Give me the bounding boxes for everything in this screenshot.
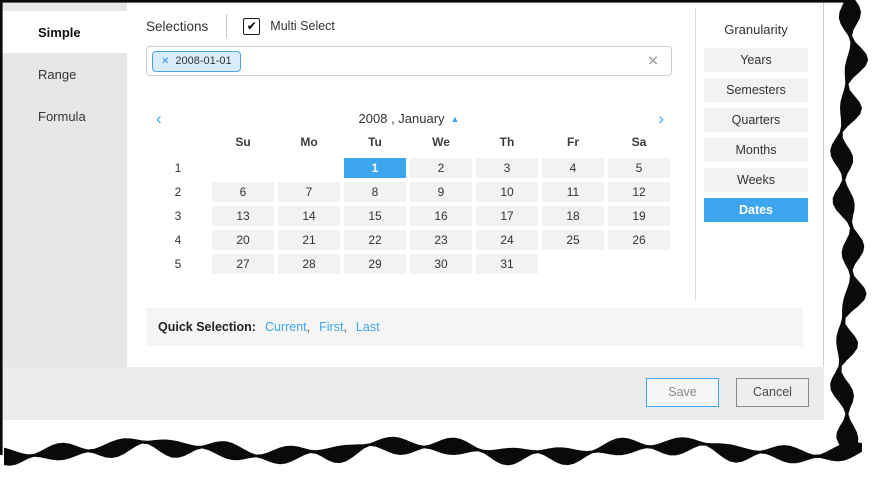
- tab-simple[interactable]: Simple: [2, 11, 127, 53]
- granularity-dates-button[interactable]: Dates: [704, 198, 808, 222]
- calendar-day-empty: [608, 254, 670, 274]
- calendar-day[interactable]: 26: [608, 230, 670, 250]
- calendar-nav: ‹ 2008 , January▲ ›: [146, 106, 672, 132]
- calendar-day[interactable]: 5: [608, 158, 670, 178]
- calendar-day[interactable]: 3: [476, 158, 538, 178]
- calendar-day[interactable]: 8: [344, 182, 406, 202]
- granularity-months-button[interactable]: Months: [704, 138, 808, 162]
- multi-select-checkbox[interactable]: ✔: [243, 18, 260, 35]
- calendar-grid: 1123452678910111231314151617181942021222…: [146, 156, 674, 276]
- quick-selection-label: Quick Selection:: [158, 320, 256, 334]
- chip-remove-icon[interactable]: ✕: [161, 56, 169, 67]
- next-month-icon[interactable]: ›: [658, 106, 664, 132]
- calendar-day[interactable]: 12: [608, 182, 670, 202]
- calendar-day[interactable]: 23: [410, 230, 472, 250]
- week-number: 5: [146, 254, 210, 274]
- week-number: 3: [146, 206, 210, 226]
- quick-selection-bar: Quick Selection: Current,First,Last: [146, 308, 803, 346]
- day-header-mo: Mo: [276, 132, 342, 152]
- calendar-day-empty: [212, 158, 274, 178]
- calendar-day-selected[interactable]: 1: [344, 158, 406, 178]
- save-button[interactable]: Save: [646, 378, 719, 407]
- day-header-sa: Sa: [606, 132, 672, 152]
- calendar-day[interactable]: 15: [344, 206, 406, 226]
- clear-selections-icon[interactable]: ✕: [647, 53, 659, 70]
- sidebar: Simple Range Formula: [2, 2, 127, 367]
- granularity-quarters-button[interactable]: Quarters: [704, 108, 808, 132]
- calendar-day[interactable]: 22: [344, 230, 406, 250]
- quick-link-first[interactable]: First: [319, 320, 343, 334]
- calendar-day[interactable]: 6: [212, 182, 274, 202]
- calendar-day[interactable]: 31: [476, 254, 538, 274]
- quick-link-current[interactable]: Current: [265, 320, 307, 334]
- calendar-day[interactable]: 4: [542, 158, 604, 178]
- checkmark-icon: ✔: [247, 20, 257, 32]
- week-number: 4: [146, 230, 210, 250]
- week-column-spacer: [146, 132, 210, 152]
- calendar-day[interactable]: 17: [476, 206, 538, 226]
- tab-formula[interactable]: Formula: [2, 95, 127, 137]
- multi-select-label: Multi Select: [270, 19, 335, 33]
- day-header-we: We: [408, 132, 474, 152]
- calendar-day[interactable]: 24: [476, 230, 538, 250]
- calendar-title-text: 2008 , January: [359, 111, 445, 126]
- granularity-years-button[interactable]: Years: [704, 48, 808, 72]
- calendar-day[interactable]: 25: [542, 230, 604, 250]
- calendar-day[interactable]: 7: [278, 182, 340, 202]
- calendar-day[interactable]: 20: [212, 230, 274, 250]
- calendar-day[interactable]: 10: [476, 182, 538, 202]
- cancel-button[interactable]: Cancel: [736, 378, 809, 407]
- calendar-day[interactable]: 13: [212, 206, 274, 226]
- day-headers-row: SuMoTuWeThFrSa: [146, 132, 674, 152]
- calendar-day[interactable]: 9: [410, 182, 472, 202]
- calendar-day[interactable]: 30: [410, 254, 472, 274]
- calendar-day[interactable]: 14: [278, 206, 340, 226]
- day-header-fr: Fr: [540, 132, 606, 152]
- panel-divider: [695, 8, 696, 300]
- header-divider: [226, 14, 227, 38]
- granularity-list: Years Semesters Quarters Months Weeks Dates: [704, 48, 808, 222]
- calendar-day-empty: [278, 158, 340, 178]
- calendar-day-empty: [542, 254, 604, 274]
- granularity-panel: Granularity Years Semesters Quarters Months…: [704, 2, 808, 228]
- calendar-title[interactable]: 2008 , January ▲: [146, 106, 672, 132]
- calendar-day[interactable]: 16: [410, 206, 472, 226]
- calendar-day[interactable]: 29: [344, 254, 406, 274]
- granularity-title: Granularity: [704, 18, 808, 42]
- quick-link-separator: ,: [307, 320, 310, 334]
- screenshot-canvas: Simple Range Formula Selections ✔ Multi …: [0, 0, 877, 481]
- week-number: 2: [146, 182, 210, 202]
- quick-link-last[interactable]: Last: [356, 320, 380, 334]
- calendar-day[interactable]: 18: [542, 206, 604, 226]
- selections-label: Selections: [146, 19, 208, 34]
- tab-range[interactable]: Range: [2, 53, 127, 95]
- torn-edge-right: [830, 0, 868, 456]
- collapse-calendar-icon[interactable]: ▲: [451, 114, 460, 124]
- calendar-day[interactable]: 19: [608, 206, 670, 226]
- quick-link-separator: ,: [343, 320, 346, 334]
- day-header-th: Th: [474, 132, 540, 152]
- quick-links: Current,First,Last: [256, 318, 380, 336]
- calendar-day[interactable]: 27: [212, 254, 274, 274]
- granularity-weeks-button[interactable]: Weeks: [704, 168, 808, 192]
- torn-edge-bottom: [4, 437, 862, 466]
- chip-label: 2008-01-01: [175, 55, 231, 67]
- calendar-day[interactable]: 21: [278, 230, 340, 250]
- day-header-su: Su: [210, 132, 276, 152]
- calendar-day[interactable]: 28: [278, 254, 340, 274]
- day-header-tu: Tu: [342, 132, 408, 152]
- calendar-day[interactable]: 11: [542, 182, 604, 202]
- calendar-day[interactable]: 2: [410, 158, 472, 178]
- week-number: 1: [146, 158, 210, 178]
- header-row: Selections ✔ Multi Select: [146, 10, 335, 42]
- dialog-footer: Save Cancel: [2, 367, 824, 420]
- granularity-semesters-button[interactable]: Semesters: [704, 78, 808, 102]
- selected-value-chip[interactable]: ✕ 2008-01-01: [152, 51, 241, 72]
- date-picker-dialog: Simple Range Formula Selections ✔ Multi …: [2, 2, 824, 420]
- selections-input[interactable]: ✕ 2008-01-01 ✕: [146, 46, 672, 76]
